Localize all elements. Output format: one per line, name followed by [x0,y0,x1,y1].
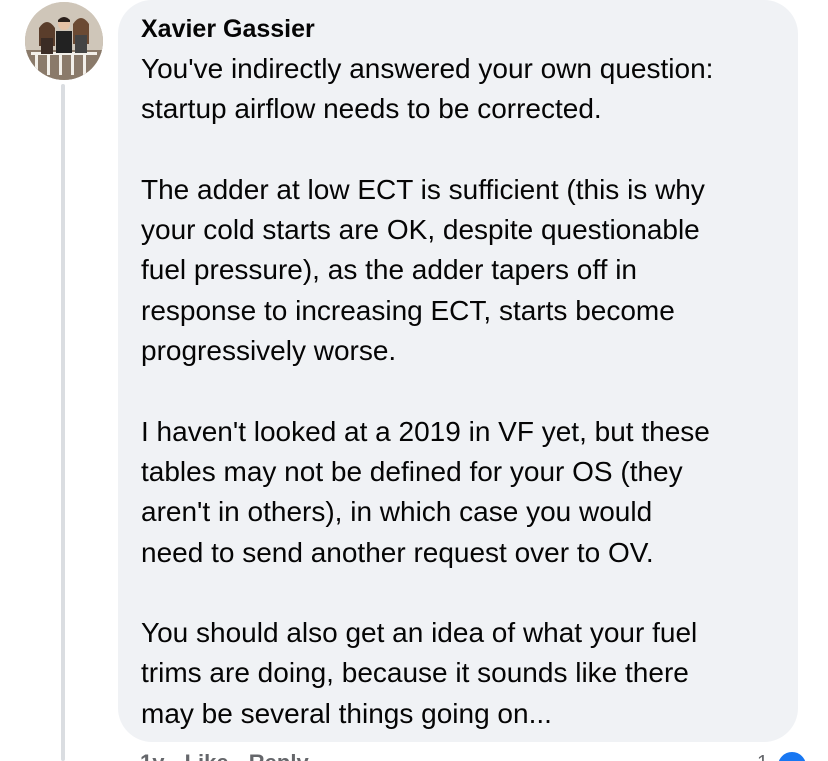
thread-line [61,84,65,761]
comment-paragraph: The adder at low ECT is sufficient (this… [141,173,705,367]
comment-actions: 1y Like Reply [140,750,323,761]
avatar[interactable] [25,2,103,80]
comment-paragraph: You've indirectly answered your own ques… [141,53,714,125]
comment-body: You've indirectly answered your own ques… [141,49,778,734]
comment-author[interactable]: Xavier Gassier [141,12,778,46]
reply-button[interactable]: Reply [249,750,309,761]
like-reaction-icon[interactable] [776,750,808,761]
comment-bubble: Xavier Gassier You've indirectly answere… [118,0,798,742]
reaction-count[interactable]: 1 [757,752,768,761]
comment-paragraph: I haven't looked at a 2019 in VF yet, bu… [141,415,710,568]
like-button[interactable]: Like [185,750,229,761]
avatar-photo [25,2,103,80]
comment-paragraph: You should also get an idea of what your… [141,617,698,729]
comment-time[interactable]: 1y [140,750,164,761]
